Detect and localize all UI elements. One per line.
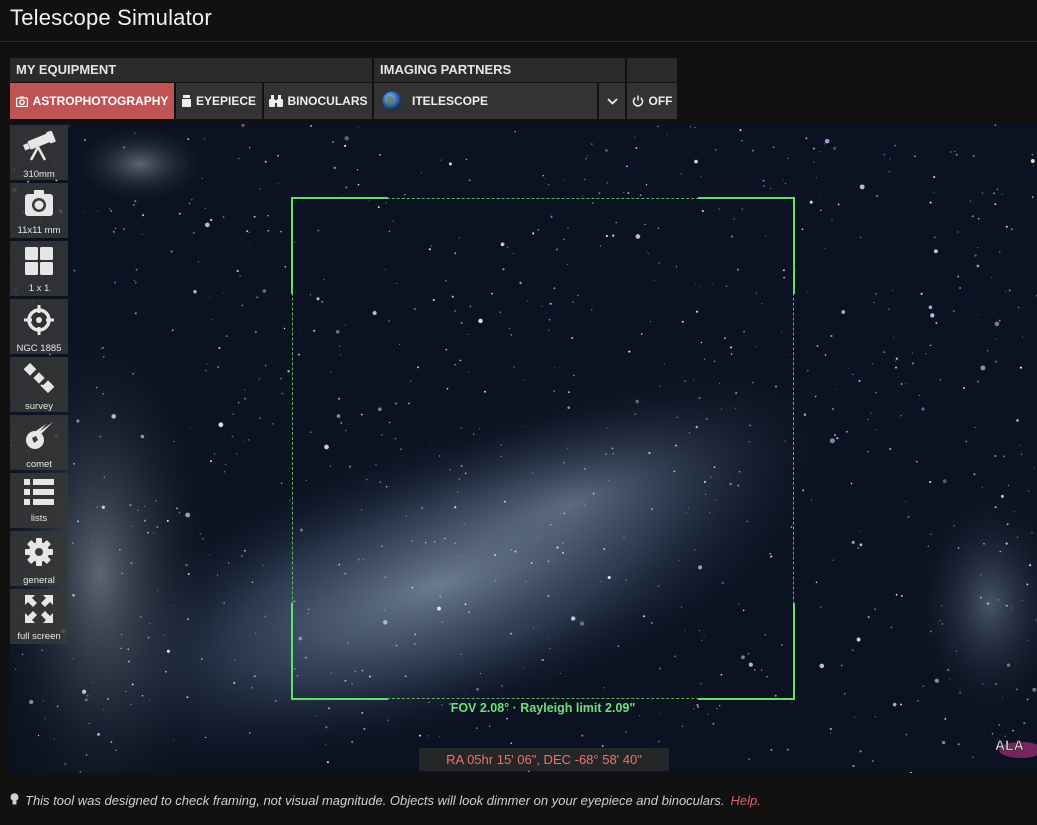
general-label: general [23,575,55,586]
imaging-partner-select[interactable]: ITELESCOPE [374,83,597,119]
telescope-button[interactable]: 310mm [10,125,68,180]
app-header: Telescope Simulator [0,0,1037,42]
chevron-down-icon [606,97,618,105]
power-label: OFF [648,94,673,108]
lightbulb-icon [10,793,19,808]
comet-label: comet [26,459,52,470]
comet-icon [24,421,54,456]
target-label: NGC 1885 [16,343,62,354]
footer-note-text: This tool was designed to check framing,… [25,793,725,808]
satellite-icon [23,362,55,398]
fov-corner-bottom-right [698,603,795,700]
general-settings-button[interactable]: general [10,531,68,586]
comet-button[interactable]: comet [10,415,68,470]
telescope-label: 310mm [23,169,55,180]
mosaic-label: 1 x 1 [28,283,50,294]
astrophotography-mode-button[interactable]: ASTROPHOTOGRAPHY [10,83,174,119]
globe-icon [382,91,402,111]
fov-corner-top-left [291,197,388,294]
expand-icon [25,595,53,628]
imaging-partners-label: IMAGING PARTNERS [374,58,625,82]
full-screen-button[interactable]: full screen [10,589,68,644]
telescope-icon [22,130,56,166]
binoculars-mode-button[interactable]: BINOCULARS [264,83,372,119]
partner-logo: ALA [993,728,1037,764]
astrophotography-label: ASTROPHOTOGRAPHY [32,94,169,108]
crosshair-icon [24,305,54,340]
power-toggle-button[interactable]: OFF [627,83,677,119]
grid-icon [25,247,53,280]
eyepiece-icon [181,95,191,107]
fov-frame [291,197,795,700]
my-equipment-label: MY EQUIPMENT [10,58,372,82]
camera-icon [15,96,28,107]
camera-label: 11x11 mm [17,225,61,236]
help-link[interactable]: Help. [730,793,760,808]
footer-note: This tool was designed to check framing,… [10,793,761,808]
eyepiece-mode-button[interactable]: EYEPIECE [176,83,262,119]
gear-icon [24,537,54,572]
power-icon [632,95,644,107]
survey-label: survey [25,401,53,412]
list-icon [24,479,54,510]
partner-label: ITELESCOPE [412,94,489,108]
full-screen-label: full screen [17,631,61,642]
binoculars-icon [268,95,283,107]
svg-text:ALA: ALA [995,737,1024,753]
sky-viewer[interactable]: FOV 2.08° · Rayleigh limit 2.09" RA 05hr… [10,124,1037,773]
mosaic-button[interactable]: 1 x 1 [10,241,68,296]
partner-dropdown-toggle[interactable] [599,83,625,119]
camera-icon [24,189,54,222]
app-title: Telescope Simulator [10,5,212,30]
binoculars-label: BINOCULARS [287,94,368,108]
camera-button[interactable]: 11x11 mm [10,183,68,238]
coordinates-readout: RA 05hr 15' 06", DEC -68° 58' 40" [419,748,669,771]
power-section-label [627,58,677,82]
fov-readout: FOV 2.08° · Rayleigh limit 2.09" [450,701,636,715]
lists-label: lists [30,513,48,524]
lists-button[interactable]: lists [10,473,68,528]
fov-corner-bottom-left [291,603,388,700]
survey-button[interactable]: survey [10,357,68,412]
fov-corner-top-right [698,197,795,294]
target-button[interactable]: NGC 1885 [10,299,68,354]
eyepiece-label: EYEPIECE [195,94,257,108]
